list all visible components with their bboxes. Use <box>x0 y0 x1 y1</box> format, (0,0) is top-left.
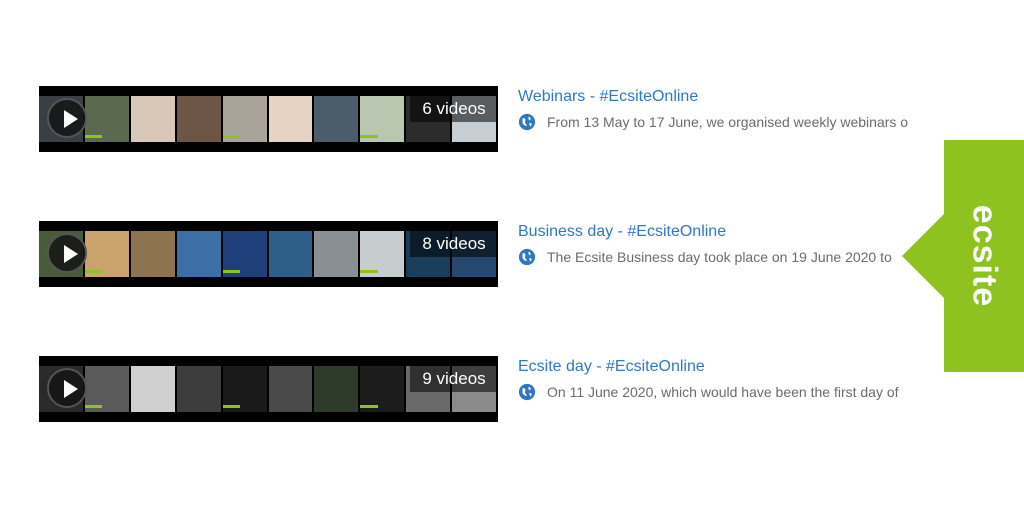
play-icon[interactable] <box>47 233 87 273</box>
playlist-thumbnail[interactable]: 8 videos <box>39 221 498 287</box>
globe-icon <box>518 113 536 131</box>
thumbnail-frame <box>222 366 269 412</box>
frame-accent-bar <box>84 135 103 138</box>
playlist-item[interactable]: 8 videos Business day - #EcsiteOnline Th… <box>39 221 919 287</box>
brand-logo-text: ecsite <box>965 204 1004 308</box>
thumbnail-frame <box>84 96 131 142</box>
thumbnail-frame <box>222 96 269 142</box>
frame-accent-bar <box>222 135 241 138</box>
thumbnail-frame <box>360 366 407 412</box>
thumbnail-frame <box>268 231 315 277</box>
frame-accent-bar <box>360 405 378 408</box>
frame-accent-bar <box>360 270 378 273</box>
frame-accent-bar <box>222 405 241 408</box>
thumbnail-frame <box>222 231 269 277</box>
frame-accent-bar <box>360 135 378 138</box>
video-count-badge: 6 videos <box>410 96 498 122</box>
thumbnail-frame <box>268 366 315 412</box>
playlist-description: On 11 June 2020, which would have been t… <box>547 384 899 400</box>
thumbnail-frame <box>360 231 407 277</box>
video-count-badge: 9 videos <box>410 366 498 392</box>
frame-accent-bar <box>222 270 241 273</box>
video-count-badge: 8 videos <box>410 231 498 257</box>
playlist-description: From 13 May to 17 June, we organised wee… <box>547 114 909 130</box>
thumbnail-frame <box>84 366 131 412</box>
playlist-title[interactable]: Ecsite day - #EcsiteOnline <box>518 358 705 376</box>
brand-tab-notch <box>902 212 946 300</box>
playlist-thumbnail[interactable]: 6 videos <box>39 86 498 152</box>
thumbnail-frame <box>130 96 177 142</box>
playlist-description: The Ecsite Business day took place on 19… <box>547 249 892 265</box>
playlist-item[interactable]: 9 videos Ecsite day - #EcsiteOnline On 1… <box>39 356 919 422</box>
frame-accent-bar <box>84 270 103 273</box>
thumbnail-frame <box>130 366 177 412</box>
globe-icon <box>518 383 536 401</box>
play-icon[interactable] <box>47 98 87 138</box>
globe-icon <box>518 248 536 266</box>
playlist-title[interactable]: Webinars - #EcsiteOnline <box>518 88 698 106</box>
thumbnail-frame <box>130 231 177 277</box>
play-icon[interactable] <box>47 368 87 408</box>
thumbnail-frame <box>314 96 361 142</box>
thumbnail-frame <box>314 366 361 412</box>
thumbnail-frame <box>176 231 223 277</box>
playlist-title[interactable]: Business day - #EcsiteOnline <box>518 223 726 241</box>
thumbnail-frame <box>176 366 223 412</box>
playlist-item[interactable]: 6 videos Webinars - #EcsiteOnline From 1… <box>39 86 919 152</box>
thumbnail-frame <box>176 96 223 142</box>
playlist-description-row: On 11 June 2020, which would have been t… <box>518 382 912 402</box>
thumbnail-frame <box>360 96 407 142</box>
playlist-description-row: From 13 May to 17 June, we organised wee… <box>518 112 912 132</box>
thumbnail-frame <box>84 231 131 277</box>
thumbnail-frame <box>314 231 361 277</box>
playlist-thumbnail[interactable]: 9 videos <box>39 356 498 422</box>
frame-accent-bar <box>84 405 103 408</box>
playlist-description-row: The Ecsite Business day took place on 19… <box>518 247 912 267</box>
thumbnail-frame <box>268 96 315 142</box>
